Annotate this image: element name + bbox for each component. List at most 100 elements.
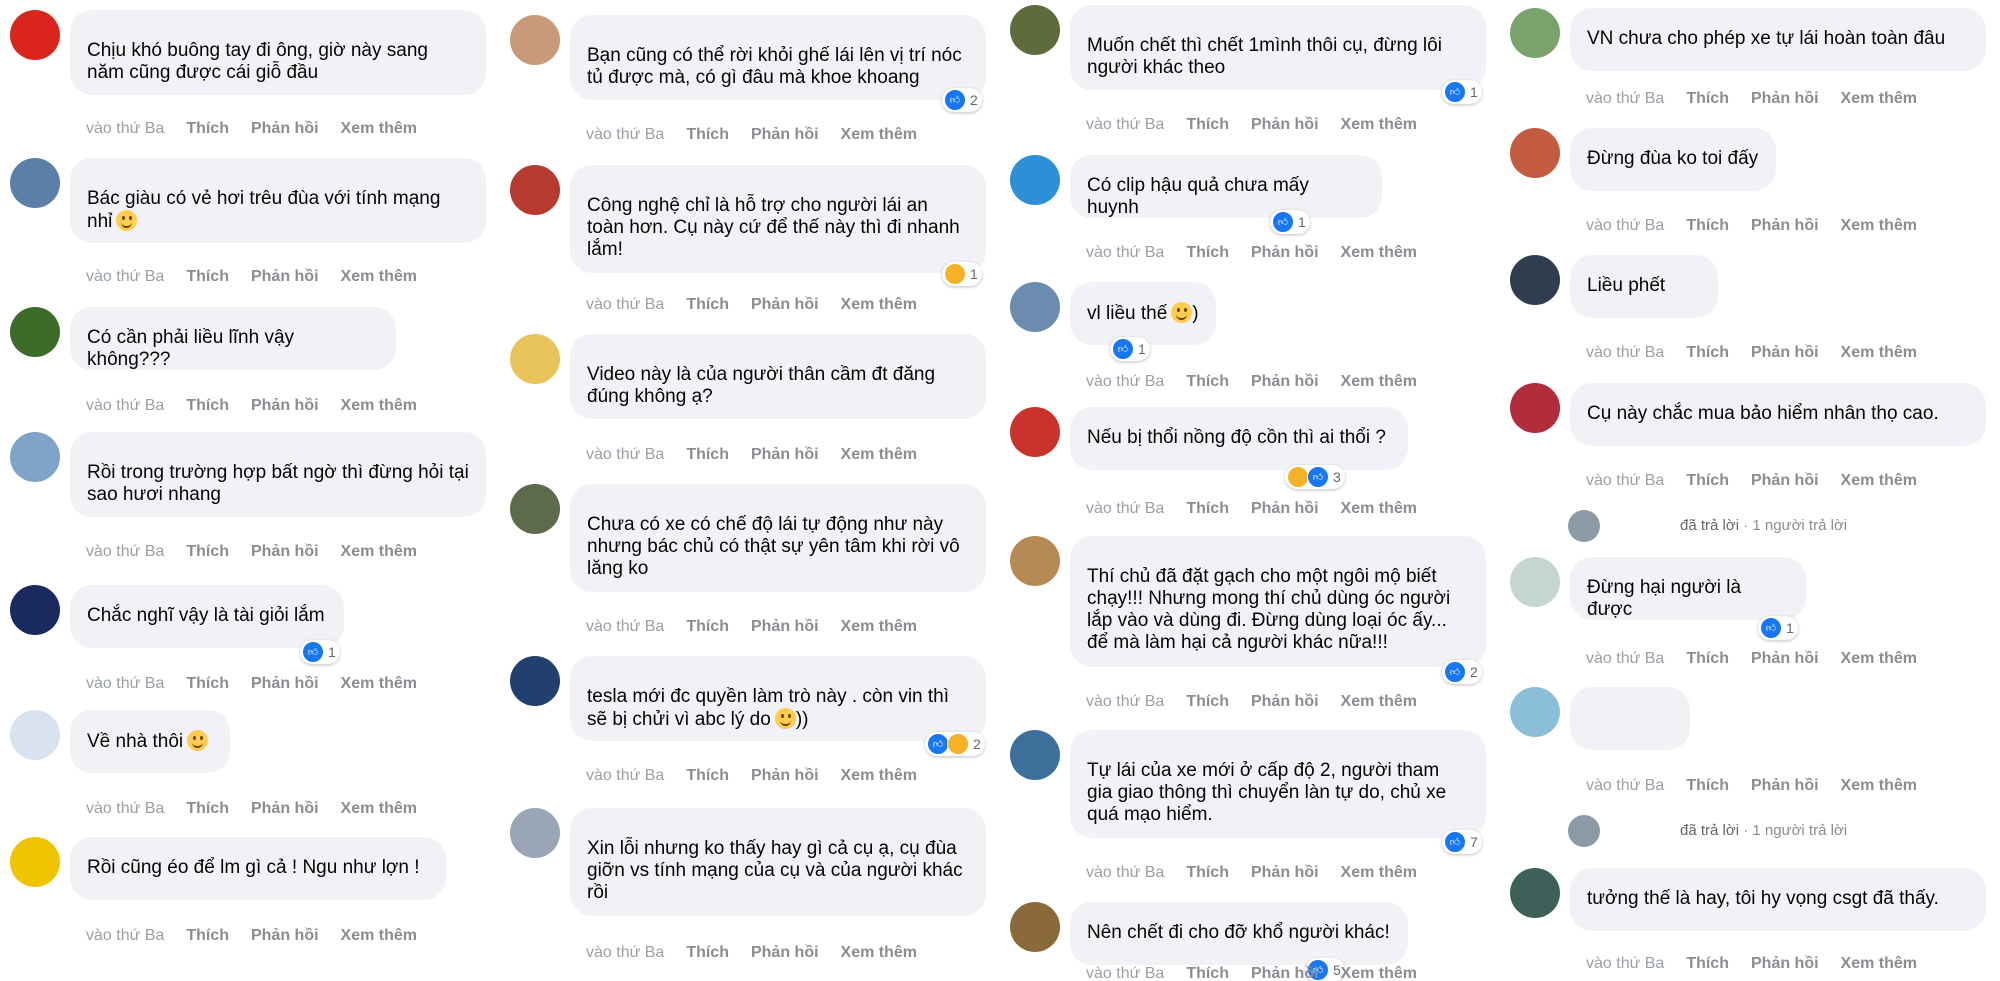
like-link[interactable]: Thích (186, 268, 229, 286)
like-link[interactable]: Thích (1686, 650, 1729, 668)
like-link[interactable]: Thích (186, 800, 229, 818)
avatar[interactable] (1010, 5, 1060, 55)
like-link[interactable]: Thích (1686, 217, 1729, 235)
reply-link[interactable]: Phản hồi (1251, 500, 1319, 518)
like-link[interactable]: Thích (186, 927, 229, 945)
avatar[interactable] (1010, 902, 1060, 952)
see-more-link[interactable]: Xem thêm (1841, 217, 1917, 235)
see-more-link[interactable]: Xem thêm (341, 800, 417, 818)
avatar[interactable] (510, 165, 560, 215)
like-link[interactable]: Thích (686, 767, 729, 785)
avatar[interactable] (1510, 255, 1560, 305)
like-link[interactable]: Thích (1686, 955, 1729, 973)
reply-link[interactable]: Phản hồi (751, 126, 819, 144)
like-link[interactable]: Thích (686, 296, 729, 314)
see-more-link[interactable]: Xem thêm (1341, 500, 1417, 518)
see-more-link[interactable]: Xem thêm (1341, 116, 1417, 134)
reaction-count[interactable]: 👍︎ 1 (300, 640, 340, 664)
avatar[interactable] (10, 710, 60, 760)
avatar[interactable] (10, 432, 60, 482)
see-more-link[interactable]: Xem thêm (1841, 777, 1917, 795)
see-more-link[interactable]: Xem thêm (841, 618, 917, 636)
reaction-count[interactable]: 👍︎ 3 (1285, 465, 1345, 489)
reply-link[interactable]: Phản hồi (251, 927, 319, 945)
reply-link[interactable]: Phản hồi (1751, 650, 1819, 668)
reply-link[interactable]: Phản hồi (1251, 244, 1319, 262)
reply-link[interactable]: Phản hồi (1751, 217, 1819, 235)
reply-link[interactable]: Phản hồi (1251, 693, 1319, 711)
reply-link[interactable]: Phản hồi (1251, 965, 1319, 981)
reply-link[interactable]: Phản hồi (751, 767, 819, 785)
reaction-count[interactable]: 1 (942, 262, 982, 286)
reaction-count[interactable]: 👍︎ 1 (1442, 80, 1482, 104)
see-more-link[interactable]: Xem thêm (341, 268, 417, 286)
avatar[interactable] (1510, 557, 1560, 607)
see-more-link[interactable]: Xem thêm (1341, 965, 1417, 981)
avatar[interactable] (1010, 536, 1060, 586)
avatar[interactable] (10, 158, 60, 208)
see-more-link[interactable]: Xem thêm (841, 446, 917, 464)
reply-link[interactable]: Phản hồi (1751, 472, 1819, 490)
avatar[interactable] (10, 837, 60, 887)
reaction-count[interactable]: 👍︎ 2 (925, 732, 985, 756)
avatar[interactable] (1510, 687, 1560, 737)
reply-summary[interactable]: đã trả lời · 1 người trả lời (1568, 815, 1847, 847)
like-link[interactable]: Thích (1186, 864, 1229, 882)
avatar[interactable] (10, 10, 60, 60)
see-more-link[interactable]: Xem thêm (1341, 244, 1417, 262)
see-more-link[interactable]: Xem thêm (341, 675, 417, 693)
like-link[interactable]: Thích (186, 120, 229, 138)
reply-link[interactable]: Phản hồi (251, 675, 319, 693)
like-link[interactable]: Thích (1686, 472, 1729, 490)
avatar[interactable] (1510, 383, 1560, 433)
reply-link[interactable]: Phản hồi (1251, 373, 1319, 391)
reply-link[interactable]: Phản hồi (751, 944, 819, 962)
like-link[interactable]: Thích (1686, 344, 1729, 362)
like-link[interactable]: Thích (686, 126, 729, 144)
see-more-link[interactable]: Xem thêm (1341, 373, 1417, 391)
avatar[interactable] (1510, 128, 1560, 178)
see-more-link[interactable]: Xem thêm (1841, 344, 1917, 362)
reply-link[interactable]: Phản hồi (251, 543, 319, 561)
reaction-count[interactable]: 👍︎ 2 (942, 88, 982, 112)
see-more-link[interactable]: Xem thêm (1841, 650, 1917, 668)
reply-link[interactable]: Phản hồi (251, 268, 319, 286)
reply-link[interactable]: Phản hồi (751, 296, 819, 314)
see-more-link[interactable]: Xem thêm (1841, 955, 1917, 973)
see-more-link[interactable]: Xem thêm (341, 397, 417, 415)
like-link[interactable]: Thích (1686, 90, 1729, 108)
see-more-link[interactable]: Xem thêm (1841, 90, 1917, 108)
see-more-link[interactable]: Xem thêm (341, 543, 417, 561)
see-more-link[interactable]: Xem thêm (341, 120, 417, 138)
see-more-link[interactable]: Xem thêm (1841, 472, 1917, 490)
avatar[interactable] (510, 656, 560, 706)
see-more-link[interactable]: Xem thêm (341, 927, 417, 945)
avatar[interactable] (1010, 282, 1060, 332)
avatar[interactable] (510, 334, 560, 384)
reaction-count[interactable]: 👍︎ 1 (1110, 337, 1150, 361)
like-link[interactable]: Thích (686, 944, 729, 962)
reply-link[interactable]: Phản hồi (1751, 344, 1819, 362)
avatar[interactable] (10, 585, 60, 635)
reaction-count[interactable]: 👍︎ 1 (1270, 210, 1310, 234)
see-more-link[interactable]: Xem thêm (841, 126, 917, 144)
reply-link[interactable]: Phản hồi (1751, 955, 1819, 973)
like-link[interactable]: Thích (1186, 244, 1229, 262)
reaction-count[interactable]: 👍︎ 7 (1442, 830, 1482, 854)
like-link[interactable]: Thích (1186, 373, 1229, 391)
see-more-link[interactable]: Xem thêm (841, 944, 917, 962)
avatar[interactable] (1010, 730, 1060, 780)
reply-link[interactable]: Phản hồi (751, 618, 819, 636)
like-link[interactable]: Thích (1186, 965, 1229, 981)
like-link[interactable]: Thích (1686, 777, 1729, 795)
reply-link[interactable]: Phản hồi (251, 120, 319, 138)
avatar[interactable] (510, 484, 560, 534)
like-link[interactable]: Thích (186, 675, 229, 693)
like-link[interactable]: Thích (1186, 116, 1229, 134)
like-link[interactable]: Thích (1186, 500, 1229, 518)
reply-link[interactable]: Phản hồi (1251, 116, 1319, 134)
reaction-count[interactable]: 👍︎ 2 (1442, 660, 1482, 684)
reply-link[interactable]: Phản hồi (1251, 864, 1319, 882)
see-more-link[interactable]: Xem thêm (1341, 864, 1417, 882)
like-link[interactable]: Thích (186, 543, 229, 561)
